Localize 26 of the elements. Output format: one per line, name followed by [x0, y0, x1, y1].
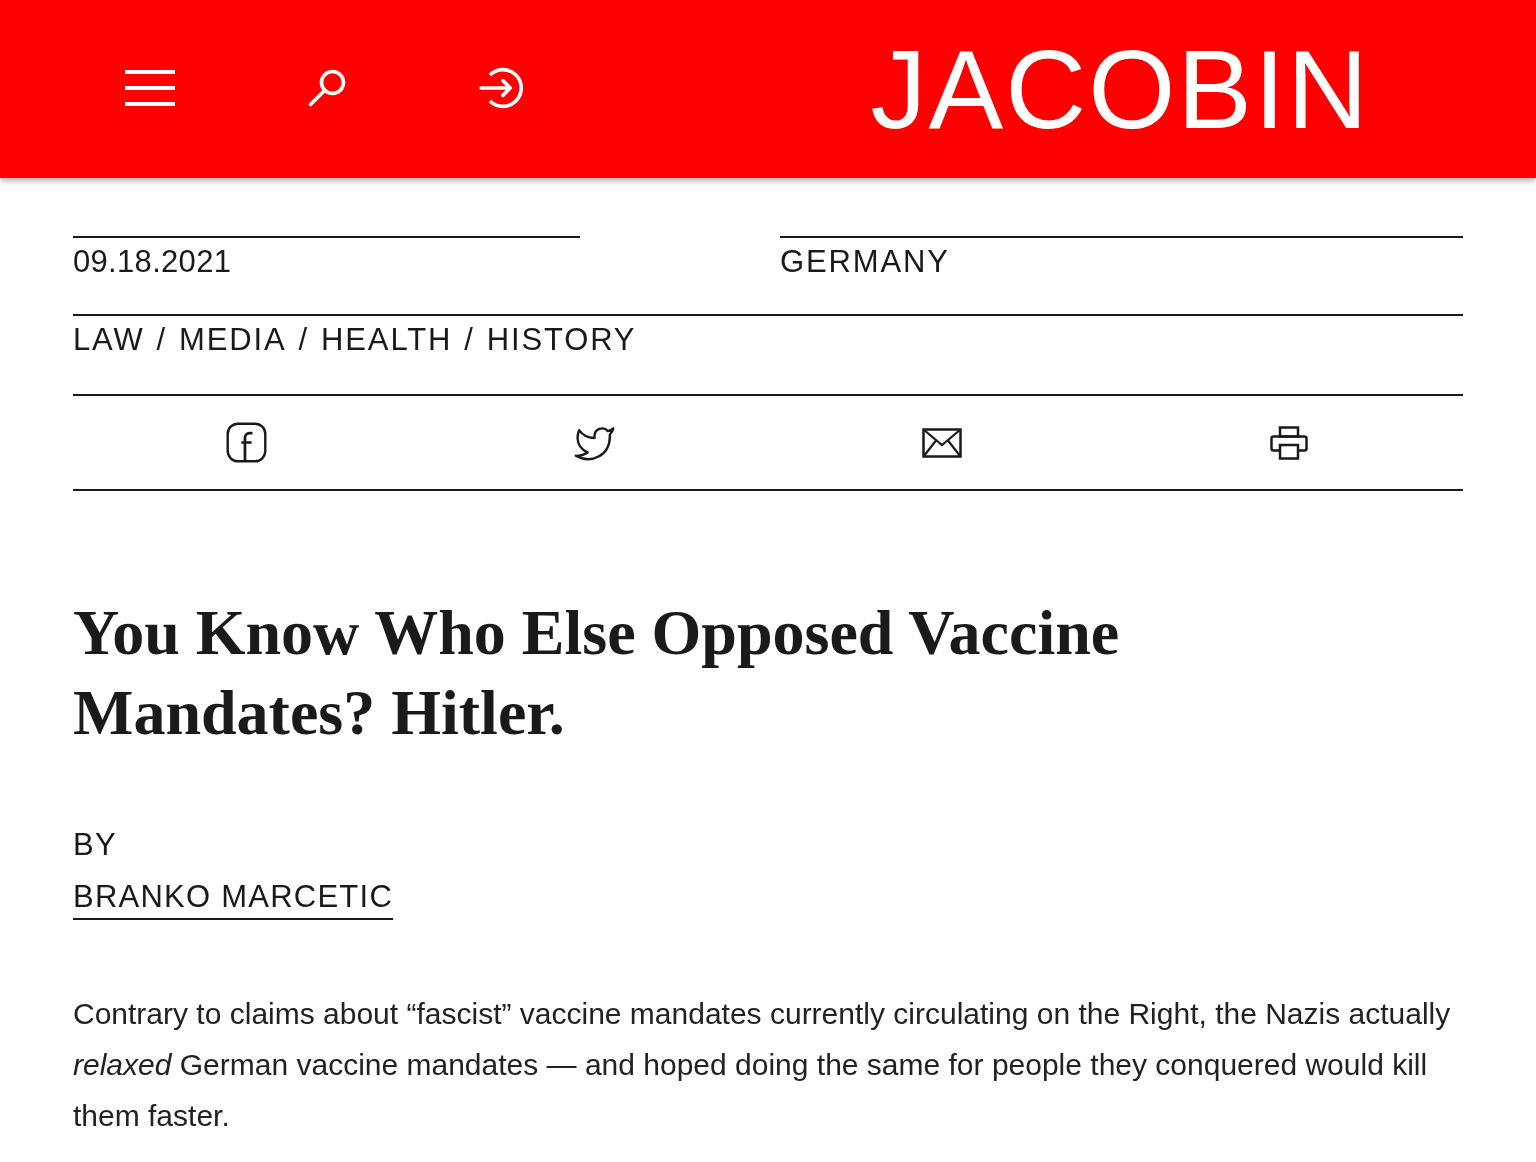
separator-text: / — [464, 321, 475, 359]
menu-button[interactable] — [125, 70, 175, 106]
region-link[interactable]: GERMANY — [780, 244, 950, 279]
separator-text: / — [156, 321, 168, 359]
menu-icon — [125, 70, 175, 106]
separator-text: / — [298, 321, 310, 359]
sign-in-button[interactable] — [479, 66, 525, 110]
print-button[interactable] — [1270, 425, 1309, 460]
envelope-icon — [921, 427, 962, 458]
publish-date: 09.18.2021 — [73, 244, 232, 279]
printer-icon — [1270, 425, 1309, 460]
author-link[interactable]: BRANKO MARCETIC — [73, 877, 394, 920]
topic-link[interactable]: LAW — [73, 320, 145, 360]
sign-in-icon — [479, 66, 525, 110]
facebook-share-button[interactable] — [226, 422, 268, 463]
twitter-share-button[interactable] — [573, 424, 615, 461]
byline-label: BY — [73, 826, 117, 864]
email-share-button[interactable] — [921, 427, 962, 458]
site-logo[interactable]: JACOBIN — [870, 34, 1370, 146]
topic-link[interactable]: MEDIA — [179, 320, 287, 360]
bird-icon — [573, 424, 615, 461]
facebook-icon — [226, 422, 268, 463]
topic-link[interactable]: HEALTH — [321, 320, 453, 360]
topic-link[interactable]: HISTORY — [486, 320, 637, 360]
article-title: You Know Who Else Opposed Vaccine Mandates? Hitler. — [73, 596, 1121, 750]
article-summary: Contrary to claims about “fascist” vaccine mandates currently circulating on the Right, the Nazis actually relaxed German vaccine mandates — and hoped doing the same for people they conquered would kill them faster. — [73, 996, 1452, 1134]
